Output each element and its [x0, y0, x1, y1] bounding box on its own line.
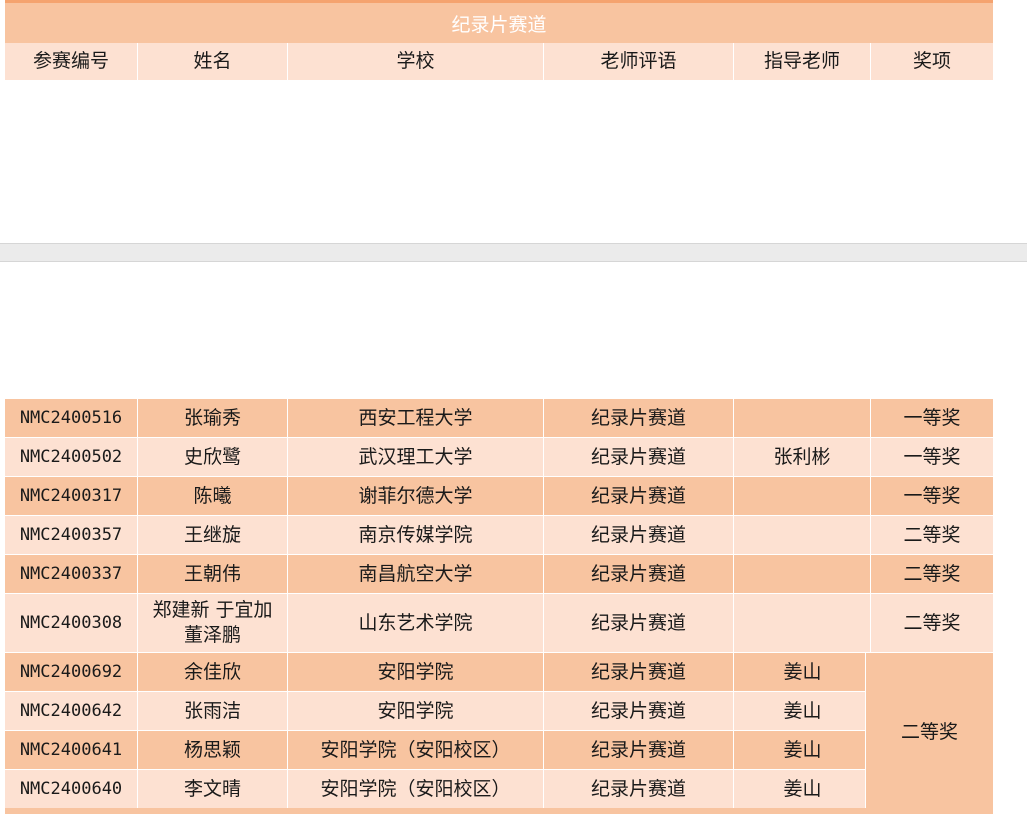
cell-name: 王朝伟 — [138, 555, 288, 594]
merged-award-cell: 二等奖 — [865, 653, 993, 808]
header-award: 奖项 — [871, 43, 993, 81]
cell-teacher — [734, 399, 871, 438]
header-school: 学校 — [288, 43, 544, 81]
header-teacher: 指导老师 — [734, 43, 871, 81]
page-divider — [0, 243, 1027, 262]
table-row: NMC2400502 史欣鹭 武汉理工大学 纪录片赛道 张利彬 一等奖 — [5, 438, 993, 477]
table-row: NMC2400357 王继旋 南京传媒学院 纪录片赛道 二等奖 — [5, 516, 993, 555]
cell-name: 张雨洁 — [138, 692, 288, 731]
cell-teacher — [734, 516, 871, 555]
cell-teacher: 姜山 — [734, 731, 871, 770]
cell-teacher: 张利彬 — [734, 438, 871, 477]
cell-award: 一等奖 — [871, 477, 993, 516]
cell-name: 李文晴 — [138, 770, 288, 809]
next-row-edge — [5, 808, 993, 814]
cell-name: 王继旋 — [138, 516, 288, 555]
cell-comment: 纪录片赛道 — [544, 438, 734, 477]
table-row: NMC2400516 张瑜秀 西安工程大学 纪录片赛道 一等奖 — [5, 399, 993, 438]
table-row: NMC2400317 陈曦 谢菲尔德大学 纪录片赛道 一等奖 — [5, 477, 993, 516]
cell-id: NMC2400317 — [5, 477, 138, 516]
cell-name: 陈曦 — [138, 477, 288, 516]
cell-id: NMC2400337 — [5, 555, 138, 594]
cell-award: 一等奖 — [871, 438, 993, 477]
cell-school: 武汉理工大学 — [288, 438, 544, 477]
cell-comment: 纪录片赛道 — [544, 653, 734, 692]
cell-comment: 纪录片赛道 — [544, 477, 734, 516]
cell-id: NMC2400308 — [5, 594, 138, 653]
cell-school: 谢菲尔德大学 — [288, 477, 544, 516]
cell-name: 史欣鹭 — [138, 438, 288, 477]
header-row: 参赛编号 姓名 学校 老师评语 指导老师 奖项 — [5, 43, 993, 81]
cell-comment: 纪录片赛道 — [544, 731, 734, 770]
cell-comment: 纪录片赛道 — [544, 594, 734, 653]
sheet-title: 纪录片赛道 — [5, 0, 993, 43]
header-comment: 老师评语 — [544, 43, 734, 81]
cell-award: 二等奖 — [871, 516, 993, 555]
cell-school: 南京传媒学院 — [288, 516, 544, 555]
table-row: NMC2400640 李文晴 安阳学院（安阳校区） 纪录片赛道 姜山 — [5, 770, 993, 809]
cell-comment: 纪录片赛道 — [544, 555, 734, 594]
cell-school: 安阳学院 — [288, 692, 544, 731]
cell-comment: 纪录片赛道 — [544, 770, 734, 809]
cell-school: 安阳学院（安阳校区） — [288, 770, 544, 809]
cell-teacher — [734, 594, 871, 653]
cell-teacher: 姜山 — [734, 653, 871, 692]
cell-award: 二等奖 — [871, 555, 993, 594]
cell-id: NMC2400640 — [5, 770, 138, 809]
table-row: NMC2400692 余佳欣 安阳学院 纪录片赛道 姜山 — [5, 653, 993, 692]
cell-id: NMC2400502 — [5, 438, 138, 477]
cell-teacher: 姜山 — [734, 692, 871, 731]
table-row: NMC2400642 张雨洁 安阳学院 纪录片赛道 姜山 — [5, 692, 993, 731]
cell-comment: 纪录片赛道 — [544, 692, 734, 731]
cell-school: 南昌航空大学 — [288, 555, 544, 594]
table-row: NMC2400641 杨思颖 安阳学院（安阳校区） 纪录片赛道 姜山 — [5, 731, 993, 770]
table-row: NMC2400308 郑建新 于宜加 董泽鹏 山东艺术学院 纪录片赛道 二等奖 — [5, 594, 993, 653]
cell-id: NMC2400357 — [5, 516, 138, 555]
cell-school: 西安工程大学 — [288, 399, 544, 438]
cell-id: NMC2400516 — [5, 399, 138, 438]
cell-id: NMC2400641 — [5, 731, 138, 770]
cell-name: 杨思颖 — [138, 731, 288, 770]
cell-teacher — [734, 477, 871, 516]
cell-id: NMC2400642 — [5, 692, 138, 731]
header-id: 参赛编号 — [5, 43, 138, 81]
cell-name: 余佳欣 — [138, 653, 288, 692]
cell-school: 山东艺术学院 — [288, 594, 544, 653]
cell-comment: 纪录片赛道 — [544, 516, 734, 555]
cell-teacher — [734, 555, 871, 594]
table-row: NMC2400337 王朝伟 南昌航空大学 纪录片赛道 二等奖 — [5, 555, 993, 594]
cell-name: 张瑜秀 — [138, 399, 288, 438]
cell-name: 郑建新 于宜加 董泽鹏 — [138, 594, 288, 653]
cell-school: 安阳学院 — [288, 653, 544, 692]
cell-award: 二等奖 — [871, 594, 993, 653]
cell-teacher: 姜山 — [734, 770, 871, 809]
cell-id: NMC2400692 — [5, 653, 138, 692]
cell-award: 一等奖 — [871, 399, 993, 438]
cell-school: 安阳学院（安阳校区） — [288, 731, 544, 770]
header-name: 姓名 — [138, 43, 288, 81]
cell-comment: 纪录片赛道 — [544, 399, 734, 438]
